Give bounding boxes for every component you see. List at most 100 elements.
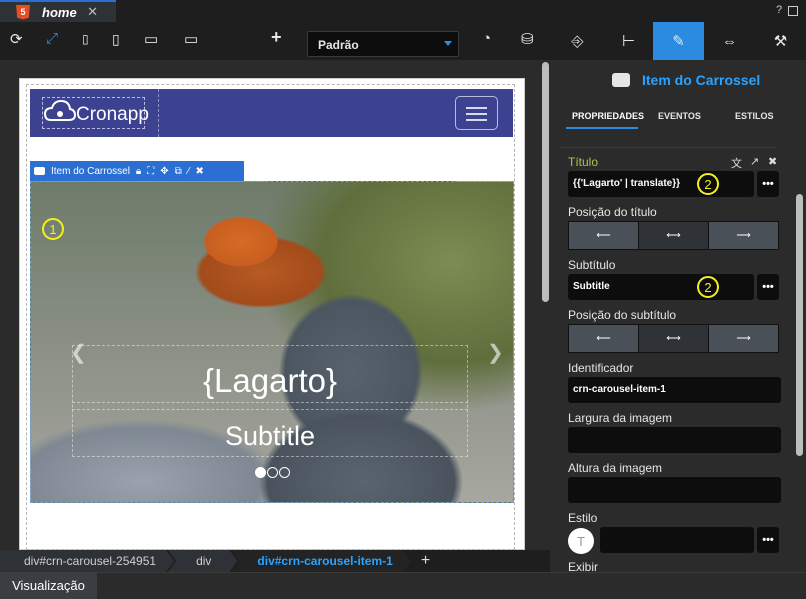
align-left-button[interactable]: ⟵ (569, 325, 639, 352)
hamburger-line (466, 113, 487, 115)
breadcrumb-item-active[interactable]: div#crn-carousel-item-1 (231, 550, 410, 572)
tab-propriedades[interactable]: PROPRIEDADES (572, 111, 644, 121)
fullscreen-icon[interactable]: ⛶ (147, 166, 154, 177)
breadcrumb: div#crn-carousel-254951 div div#crn-caro… (0, 550, 550, 572)
carousel-subtitle[interactable]: Subtitle (72, 421, 468, 452)
active-tab-indicator (566, 127, 638, 129)
mobile-icon[interactable]: ▯ (82, 32, 89, 46)
caption-divider (72, 402, 468, 403)
selection-toolbar: Item do Carrossel 🔒︎ ⛶ ✥ ⧉ ⁄ ✖ (30, 161, 244, 181)
add-breadcrumb-button[interactable]: + (421, 552, 430, 570)
carousel-next-icon[interactable]: ❯ (487, 340, 504, 365)
estilo-label: Estilo (568, 511, 598, 525)
add-icon[interactable]: + (271, 27, 282, 48)
subtitulo-input[interactable]: Subtitle (568, 274, 754, 300)
scrollbar-thumb[interactable] (542, 62, 549, 302)
carousel-indicator[interactable] (267, 467, 278, 478)
identificador-label: Identificador (568, 361, 634, 375)
caption-divider (72, 409, 468, 410)
altura-input[interactable] (568, 477, 781, 503)
brand-text[interactable]: Cronapp (76, 104, 149, 126)
carousel-item-icon (34, 167, 45, 175)
align-right-button[interactable]: ⟶ (709, 325, 778, 352)
tools-icon[interactable]: ⚒ (755, 22, 806, 60)
magic-wand-icon[interactable]: ⁄ (188, 166, 190, 177)
hamburger-line (466, 107, 487, 109)
selection-label: Item do Carrossel (51, 165, 130, 177)
close-tab-icon[interactable]: ✕ (87, 4, 98, 20)
tab-home[interactable]: 5 home ✕ (0, 0, 116, 22)
move-icon[interactable]: ✥ (160, 166, 168, 177)
estilo-more-button[interactable]: ••• (757, 527, 779, 553)
edit-pencil-icon[interactable]: ✎ (653, 22, 704, 60)
device-select-value: Padrão (318, 38, 359, 52)
subtitulo-position-control[interactable]: ⟵ ⟷ ⟶ (568, 324, 779, 353)
subtitulo-more-button[interactable]: ••• (757, 274, 779, 300)
titulo-label: Título (568, 155, 599, 169)
translate-icon[interactable]: 文 (731, 155, 742, 171)
annotation-marker: 2 (697, 173, 719, 195)
align-center-button[interactable]: ⟷ (639, 222, 709, 249)
swap-icon[interactable]: ⇔ (704, 22, 755, 60)
refresh-icon[interactable]: ⟳ (10, 30, 23, 48)
delete-icon[interactable]: ✖ (195, 166, 203, 177)
annotation-marker: 1 (42, 218, 64, 240)
clear-icon[interactable]: ✖ (768, 155, 777, 168)
laptop-icon[interactable]: ▭ (144, 30, 158, 48)
cloud-logo-icon (44, 99, 76, 121)
breadcrumb-item[interactable]: div#crn-carousel-254951 (0, 550, 174, 572)
tab-eventos[interactable]: EVENTOS (658, 111, 701, 121)
carousel-indicator[interactable] (255, 467, 266, 478)
bottom-bar (0, 572, 806, 599)
external-link-icon[interactable]: ↗ (750, 155, 759, 168)
align-center-button[interactable]: ⟷ (639, 325, 709, 352)
tab-bar (0, 0, 806, 22)
identificador-input[interactable]: crn-carousel-item-1 (568, 377, 781, 403)
tab-visualizacao[interactable]: Visualização (0, 572, 97, 599)
annotation-marker: 2 (697, 276, 719, 298)
hamburger-menu-button[interactable] (455, 96, 498, 130)
divider (560, 147, 776, 148)
lock-icon[interactable]: 🔒︎ (136, 166, 141, 177)
database-icon[interactable]: ⛁ (521, 30, 534, 48)
largura-label: Largura da imagem (568, 411, 673, 425)
carousel-item-icon (612, 73, 630, 87)
tab-estilos[interactable]: ESTILOS (735, 111, 774, 121)
hamburger-line (466, 119, 487, 121)
subtitulo-position-label: Posição do subtítulo (568, 308, 677, 322)
login-icon[interactable]: ⎆ (552, 22, 603, 60)
tablet-icon[interactable]: ▯ (112, 31, 120, 48)
titulo-input[interactable]: {{'Lagarto' | translate}} (568, 171, 754, 197)
carousel-indicator[interactable] (279, 467, 290, 478)
estilo-input[interactable] (600, 527, 754, 553)
expand-icon[interactable]: ⤢ (46, 30, 58, 47)
align-right-button[interactable]: ⟶ (709, 222, 778, 249)
chevron-down-icon (444, 41, 452, 46)
altura-label: Altura da imagem (568, 461, 663, 475)
breadcrumb-item[interactable]: div (168, 550, 237, 572)
html5-icon: 5 (16, 4, 30, 20)
panel-title: Item do Carrossel (642, 72, 761, 88)
carousel-title[interactable]: {Lagarto} (72, 362, 468, 400)
align-left-button[interactable]: ⟵ (569, 222, 639, 249)
editor-toolbar: ⟳ ⤢ ▯ ▯ ▭ ▭ + ◔ ⛁ (0, 22, 550, 60)
visibility-off-icon[interactable]: ◔ (482, 30, 491, 47)
panel-scrollbar[interactable] (796, 60, 806, 572)
desktop-icon[interactable]: ▭ (184, 30, 198, 48)
titulo-position-control[interactable]: ⟵ ⟷ ⟶ (568, 221, 779, 250)
largura-input[interactable] (568, 427, 781, 453)
estilo-avatar[interactable]: T (568, 528, 594, 554)
copy-icon[interactable]: ⧉ (175, 166, 182, 177)
maximize-icon[interactable] (788, 6, 798, 16)
canvas-scrollbar[interactable] (541, 60, 550, 550)
device-select[interactable]: Padrão (307, 31, 459, 57)
navbar-divider (158, 89, 159, 137)
help-icon[interactable]: ? (776, 4, 782, 16)
titulo-more-button[interactable]: ••• (757, 171, 779, 197)
exibir-label: Exibir (568, 560, 599, 572)
titulo-position-label: Posição do título (568, 205, 657, 219)
tree-icon[interactable]: ⊢ (603, 22, 654, 60)
subtitulo-label: Subtítulo (568, 258, 616, 272)
scrollbar-thumb[interactable] (796, 194, 803, 456)
tab-home-label: home (42, 4, 77, 20)
